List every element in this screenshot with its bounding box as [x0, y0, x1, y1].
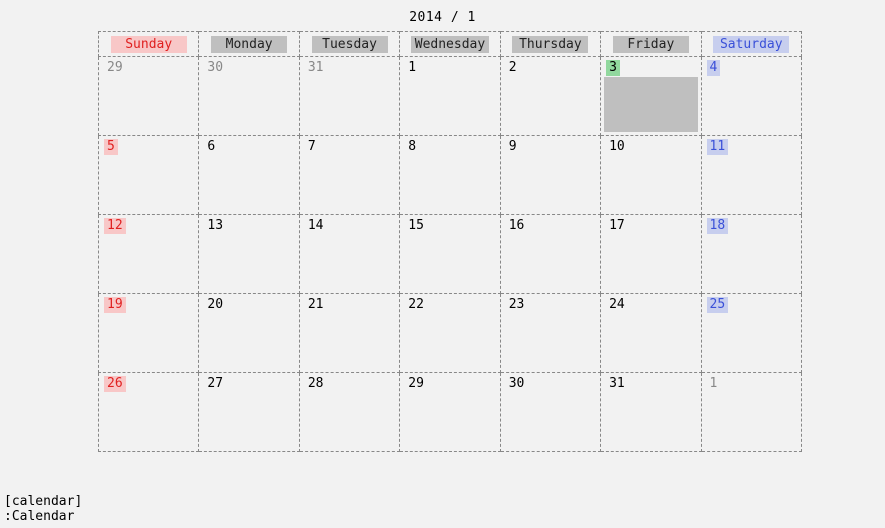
- header-saturday: Saturday: [713, 36, 789, 53]
- day-cell[interactable]: 22: [400, 294, 500, 373]
- day-number: 27: [204, 376, 226, 392]
- today-highlight: [604, 77, 697, 132]
- day-number: 1: [707, 376, 721, 392]
- day-cell[interactable]: 31: [601, 373, 701, 452]
- day-cell[interactable]: 24: [601, 294, 701, 373]
- day-cell[interactable]: 21: [299, 294, 399, 373]
- day-cell[interactable]: 14: [299, 215, 399, 294]
- day-number: 1: [405, 60, 419, 76]
- command-prompt[interactable]: :Calendar: [4, 509, 82, 524]
- day-cell[interactable]: 9: [500, 136, 600, 215]
- day-cell[interactable]: 23: [500, 294, 600, 373]
- day-cell[interactable]: 6: [199, 136, 299, 215]
- day-cell[interactable]: 13: [199, 215, 299, 294]
- day-cell[interactable]: 29: [400, 373, 500, 452]
- day-cell[interactable]: 1: [400, 57, 500, 136]
- calendar-grid: Sunday Monday Tuesday Wednesday Thursday…: [98, 31, 802, 452]
- day-number: 19: [104, 297, 126, 313]
- day-number: 2: [506, 60, 520, 76]
- day-cell[interactable]: 16: [500, 215, 600, 294]
- header-wednesday: Wednesday: [411, 36, 489, 53]
- day-number: 3: [606, 60, 620, 76]
- header-monday: Monday: [211, 36, 287, 53]
- calendar-week-row: 29 30 31 1 2 3 4: [99, 57, 802, 136]
- day-number: 12: [104, 218, 126, 234]
- day-cell[interactable]: 28: [299, 373, 399, 452]
- day-cell[interactable]: 2: [500, 57, 600, 136]
- day-number: 31: [305, 60, 327, 76]
- day-number: 30: [204, 60, 226, 76]
- day-number: 9: [506, 139, 520, 155]
- calendar-week-row: 12 13 14 15 16 17 18: [99, 215, 802, 294]
- day-cell[interactable]: 18: [701, 215, 801, 294]
- day-number: 25: [707, 297, 729, 313]
- calendar-week-row: 19 20 21 22 23 24 25: [99, 294, 802, 373]
- header-sunday: Sunday: [111, 36, 187, 53]
- day-cell[interactable]: 7: [299, 136, 399, 215]
- header-friday: Friday: [613, 36, 689, 53]
- calendar-week-row: 26 27 28 29 30 31 1: [99, 373, 802, 452]
- day-number: 13: [204, 218, 226, 234]
- day-number: 8: [405, 139, 419, 155]
- day-cell[interactable]: 1: [701, 373, 801, 452]
- day-number: 11: [707, 139, 729, 155]
- day-cell[interactable]: 20: [199, 294, 299, 373]
- day-number: 23: [506, 297, 528, 313]
- day-cell-today[interactable]: 3: [601, 57, 701, 136]
- day-cell[interactable]: 11: [701, 136, 801, 215]
- day-number: 10: [606, 139, 628, 155]
- day-cell[interactable]: 15: [400, 215, 500, 294]
- day-number: 29: [104, 60, 126, 76]
- day-number: 30: [506, 376, 528, 392]
- calendar-week-row: 5 6 7 8 9 10 11: [99, 136, 802, 215]
- status-line: [calendar] :Calendar: [4, 494, 82, 524]
- day-cell[interactable]: 5: [99, 136, 199, 215]
- calendar-title: 2014 / 1: [0, 0, 885, 31]
- day-number: 26: [104, 376, 126, 392]
- day-cell[interactable]: 31: [299, 57, 399, 136]
- day-cell[interactable]: 19: [99, 294, 199, 373]
- day-cell[interactable]: 4: [701, 57, 801, 136]
- buffer-name: [calendar]: [4, 494, 82, 509]
- day-number: 4: [707, 60, 721, 76]
- header-tuesday: Tuesday: [312, 36, 388, 53]
- day-number: 15: [405, 218, 427, 234]
- day-cell[interactable]: 12: [99, 215, 199, 294]
- header-thursday: Thursday: [512, 36, 588, 53]
- day-number: 5: [104, 139, 118, 155]
- day-number: 16: [506, 218, 528, 234]
- day-cell[interactable]: 25: [701, 294, 801, 373]
- calendar-header-row: Sunday Monday Tuesday Wednesday Thursday…: [99, 32, 802, 57]
- day-number: 18: [707, 218, 729, 234]
- day-cell[interactable]: 27: [199, 373, 299, 452]
- day-cell[interactable]: 17: [601, 215, 701, 294]
- day-number: 21: [305, 297, 327, 313]
- day-number: 20: [204, 297, 226, 313]
- day-number: 24: [606, 297, 628, 313]
- day-number: 14: [305, 218, 327, 234]
- day-cell[interactable]: 10: [601, 136, 701, 215]
- day-number: 7: [305, 139, 319, 155]
- day-number: 29: [405, 376, 427, 392]
- day-number: 31: [606, 376, 628, 392]
- day-cell[interactable]: 30: [500, 373, 600, 452]
- day-cell[interactable]: 30: [199, 57, 299, 136]
- day-number: 22: [405, 297, 427, 313]
- day-number: 17: [606, 218, 628, 234]
- day-number: 28: [305, 376, 327, 392]
- day-cell[interactable]: 29: [99, 57, 199, 136]
- day-cell[interactable]: 26: [99, 373, 199, 452]
- day-cell[interactable]: 8: [400, 136, 500, 215]
- day-number: 6: [204, 139, 218, 155]
